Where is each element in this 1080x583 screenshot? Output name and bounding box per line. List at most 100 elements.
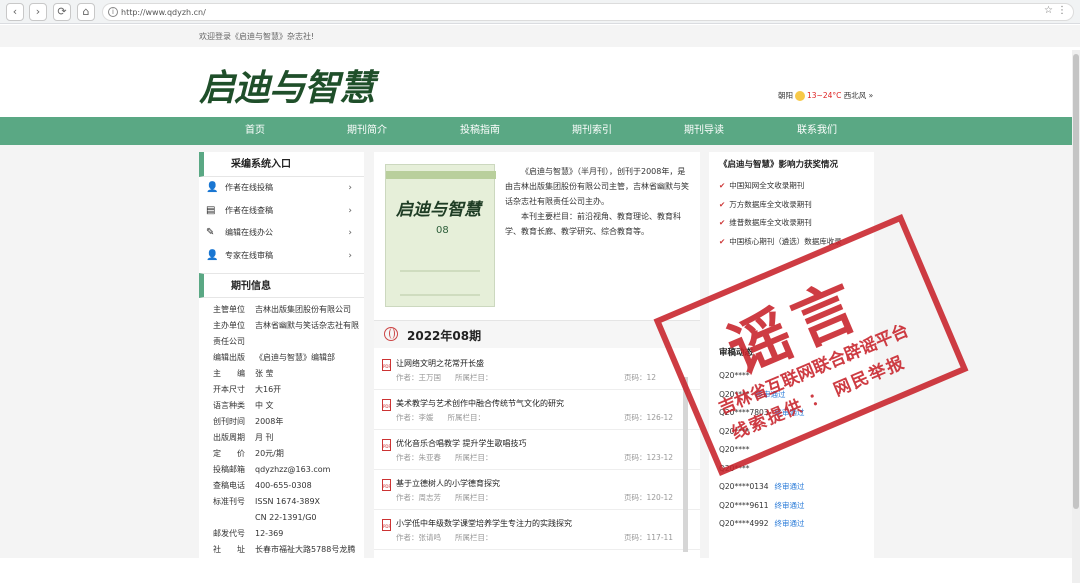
award-item: ✔ 维普数据库全文收录期刊 bbox=[719, 214, 874, 233]
info-key: 查稿电话 bbox=[213, 481, 245, 490]
info-row: 投稿邮箱 qdyzhzz@163.com bbox=[213, 462, 364, 478]
article-item[interactable]: PDF 美术教学与艺术创作中融合传统节气文化的研究 作者：李媛 所属栏目： 页码：126… bbox=[374, 390, 700, 430]
chevron-right-icon: › bbox=[348, 183, 352, 193]
info-key: 主办单位 bbox=[213, 321, 245, 330]
forward-button[interactable]: › bbox=[29, 3, 47, 21]
nav-about[interactable]: 期刊简介 bbox=[327, 117, 407, 145]
info-key: 编辑出版 bbox=[213, 353, 245, 362]
info-key: 标准刊号 bbox=[213, 497, 245, 506]
chevron-right-icon: › bbox=[348, 250, 352, 261]
reload-button[interactable]: ⟳ bbox=[53, 3, 71, 21]
info-value: CN 22-1391/G0 bbox=[255, 513, 317, 522]
article-column: 所属栏目： bbox=[447, 413, 486, 422]
page-scrollbar-thumb[interactable] bbox=[1073, 54, 1079, 509]
left-sidebar: 采编系统入口 👤 作者在线投稿 › ▤ 作者在线查稿 › ✎ 编辑在线办公 › … bbox=[199, 152, 364, 558]
system-item-label: 专家在线审稿 bbox=[225, 250, 273, 260]
weather-wind[interactable]: 西北风 » bbox=[844, 91, 873, 100]
info-key: 语言种类 bbox=[213, 401, 245, 410]
review-status[interactable]: 终审通过 bbox=[775, 519, 805, 528]
pdf-icon[interactable]: PDF bbox=[382, 479, 391, 491]
system-item-editor[interactable]: ✎ 编辑在线办公 › bbox=[199, 222, 364, 245]
site-info-icon[interactable]: i bbox=[108, 7, 118, 17]
address-bar[interactable]: i http://www.qdyzh.cn/ ☆ ⋮ bbox=[102, 3, 1074, 21]
article-meta: 作者：周志芳 所属栏目： bbox=[396, 492, 507, 503]
pdf-icon[interactable]: PDF bbox=[382, 359, 391, 371]
info-key: 定 价 bbox=[213, 449, 245, 458]
issue-title: 2022年08期 bbox=[407, 329, 482, 343]
info-value: 400-655-0308 bbox=[255, 481, 312, 490]
site-logo[interactable]: 启迪与智慧 bbox=[199, 59, 375, 111]
article-list-scrollbar[interactable] bbox=[683, 377, 688, 552]
cover-band bbox=[386, 171, 496, 179]
info-row: 主办单位 吉林省幽默与笑话杂志社有限责任公司 bbox=[213, 318, 364, 350]
info-key: 开本尺寸 bbox=[213, 385, 245, 394]
review-status[interactable]: 终审通过 bbox=[775, 501, 805, 510]
article-item[interactable]: PDF 让网络文明之花常开长盛 作者：王万国 所属栏目： 页码：12 bbox=[374, 350, 700, 390]
weather-widget: 朝阳 13~24°C 西北风 » bbox=[778, 90, 873, 101]
article-pages: 页码：120-12 bbox=[624, 493, 674, 502]
article-pages: 页码：117-11 bbox=[624, 533, 674, 542]
sun-icon bbox=[795, 91, 805, 101]
bookmark-star-icon[interactable]: ☆ bbox=[1044, 5, 1053, 16]
pdf-icon[interactable]: PDF bbox=[382, 399, 391, 411]
intro-paragraph: 本刊主要栏目：前沿视角、教育理论、教育科学、教育长廊、教学研究、综合教育等。 bbox=[505, 212, 681, 236]
article-title[interactable]: 让网络文明之花常开长盛 bbox=[396, 358, 484, 369]
info-key: 出版周期 bbox=[213, 433, 245, 442]
back-button[interactable]: ‹ bbox=[6, 3, 24, 21]
info-row: 邮发代号 12-369 bbox=[213, 526, 364, 542]
review-id: Q20****0134 bbox=[719, 482, 769, 491]
home-button[interactable]: ⌂ bbox=[77, 3, 95, 21]
info-row: 主管单位 吉林出版集团股份有限公司 bbox=[213, 302, 364, 318]
article-item[interactable]: PDF 基于立德树人的小学德育探究 作者：周志芳 所属栏目： 页码：120-12 bbox=[374, 470, 700, 510]
info-value: 12-369 bbox=[255, 529, 284, 538]
issue-header: 2022年08期 bbox=[374, 320, 700, 348]
info-key: 投稿邮箱 bbox=[213, 465, 245, 474]
nav-guide[interactable]: 期刊导读 bbox=[664, 117, 744, 145]
pen-icon: ✎ bbox=[206, 227, 215, 238]
system-item-query[interactable]: ▤ 作者在线查稿 › bbox=[199, 200, 364, 223]
awards-title: 《启迪与智慧》影响力获奖情况 bbox=[719, 160, 839, 170]
info-row: 开本尺寸 大16开 bbox=[213, 382, 364, 398]
article-author: 作者：李媛 bbox=[396, 413, 434, 422]
journal-cover-image[interactable]: 启迪与智慧 08 bbox=[385, 164, 496, 307]
cover-decoration bbox=[400, 270, 480, 296]
article-title[interactable]: 美术教学与艺术创作中融合传统节气文化的研究 bbox=[396, 398, 564, 409]
pdf-icon[interactable]: PDF bbox=[382, 519, 391, 531]
article-pages: 页码：12 bbox=[624, 373, 657, 382]
article-column: 所属栏目： bbox=[455, 373, 493, 382]
award-label: 维普数据库全文收录期刊 bbox=[729, 218, 812, 227]
article-list: PDF 让网络文明之花常开长盛 作者：王万国 所属栏目： 页码：12 PDF 美术教学与艺术… bbox=[374, 350, 700, 550]
article-title[interactable]: 小学低中年级数学课堂培养学生专注力的实践探究 bbox=[396, 518, 572, 529]
top-bar: 欢迎登录《启迪与智慧》杂志社! bbox=[0, 25, 1080, 47]
document-icon: ▤ bbox=[206, 204, 216, 216]
info-value: 吉林出版集团股份有限公司 bbox=[255, 305, 351, 314]
nav-index[interactable]: 期刊索引 bbox=[552, 117, 632, 145]
forward-icon: › bbox=[35, 5, 41, 18]
info-value: 长春市福祉大路5788号龙腾 bbox=[255, 545, 356, 554]
intro-paragraph: 《启迪与智慧》（半月刊），创刊于2008年，是由吉林出版集团股份有限公司主管，吉… bbox=[505, 167, 689, 206]
main-nav: 首页 期刊简介 投稿指南 期刊索引 期刊导读 联系我们 bbox=[0, 117, 1080, 145]
expert-icon: 👤 bbox=[206, 249, 219, 261]
page-scrollbar[interactable] bbox=[1072, 50, 1080, 583]
system-item-expert[interactable]: 👤 专家在线审稿 › bbox=[199, 245, 364, 268]
article-title[interactable]: 优化音乐合唱教学 提升学生歌唱技巧 bbox=[396, 438, 527, 449]
article-item[interactable]: PDF 优化音乐合唱教学 提升学生歌唱技巧 作者：朱亚春 所属栏目： 页码：123-12 bbox=[374, 430, 700, 470]
article-author: 作者：朱亚春 bbox=[396, 453, 441, 462]
nav-contact[interactable]: 联系我们 bbox=[777, 117, 857, 145]
cover-issue-number: 08 bbox=[436, 225, 449, 236]
nav-submission-guide[interactable]: 投稿指南 bbox=[440, 117, 520, 145]
info-value: 2008年 bbox=[255, 417, 284, 426]
award-label: 中国知网全文收录期刊 bbox=[729, 181, 805, 190]
review-status[interactable]: 终审通过 bbox=[775, 482, 805, 491]
system-item-submit[interactable]: 👤 作者在线投稿 › bbox=[199, 177, 364, 200]
site-header: 启迪与智慧 朝阳 13~24°C 西北风 » bbox=[0, 47, 1080, 117]
article-title[interactable]: 基于立德树人的小学德育探究 bbox=[396, 478, 500, 489]
reload-icon: ⟳ bbox=[57, 5, 67, 18]
more-menu-icon[interactable]: ⋮ bbox=[1057, 5, 1067, 16]
welcome-text: 欢迎登录《启迪与智慧》杂志社! bbox=[199, 32, 315, 41]
nav-home[interactable]: 首页 bbox=[215, 117, 295, 145]
article-item[interactable]: PDF 小学低中年级数学课堂培养学生专注力的实践探究 作者：张请鸣 所属栏目： 页码：1… bbox=[374, 510, 700, 550]
review-id: Q20****4992 bbox=[719, 519, 769, 528]
pdf-icon[interactable]: PDF bbox=[382, 439, 391, 451]
info-row: 社 址 长春市福祉大路5788号龙腾 bbox=[213, 542, 364, 558]
